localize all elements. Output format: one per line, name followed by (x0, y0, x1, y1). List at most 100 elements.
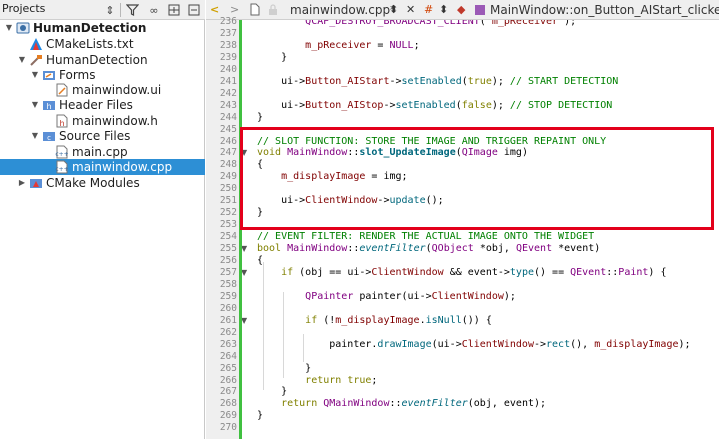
link-icon[interactable]: ∞ (146, 2, 162, 18)
code-line[interactable]: QCAP_DESTROY_BROADCAST_CLIENT( m_pReceiv… (257, 20, 576, 28)
code-token: eventFilter (359, 243, 426, 255)
tree-item[interactable]: c++ mainwindow.cpp (0, 159, 205, 175)
code-token: (obj, event); (467, 398, 547, 410)
filter-icon[interactable] (124, 2, 140, 18)
code-line[interactable]: painter.drawImage(ui->ClientWindow->rect… (257, 338, 690, 351)
collapse-arrow-icon[interactable]: ▼ (4, 20, 14, 36)
chevron-down-icon[interactable]: ⬍ (389, 1, 398, 19)
code-token: ; (413, 39, 420, 51)
line-number: 252 (219, 207, 237, 219)
code-token: () == (534, 266, 571, 278)
line-number: 260 (219, 302, 237, 314)
collapse-arrow-icon[interactable]: ▼ (30, 128, 40, 144)
line-number: 239 (219, 51, 237, 63)
tree-item[interactable]: ▼ c Source Files (0, 128, 205, 144)
tree-item-label: mainwindow.h (72, 114, 158, 128)
code-token: :: (347, 243, 360, 255)
collapse-arrow-icon[interactable]: ▼ (17, 52, 27, 68)
line-number: 244 (219, 111, 237, 123)
code-token: setEnabled (401, 75, 462, 87)
code-token: ); (558, 20, 577, 27)
code-token: && event-> (443, 266, 510, 278)
code-token: ui-> (257, 75, 306, 87)
code-token: m_pReceiver (491, 20, 559, 27)
tree-item[interactable]: ▼ Forms (0, 67, 205, 83)
function-breadcrumb[interactable]: MainWindow::on_Button_AIStart_clicke (490, 1, 719, 19)
line-number: 266 (219, 374, 237, 386)
line-number: 246 (219, 135, 237, 147)
updown-arrows-icon[interactable]: ⇕ (102, 2, 118, 18)
code-line[interactable]: return true; (257, 375, 377, 387)
projects-title: Projects (2, 2, 46, 15)
code-line[interactable]: // EVENT FILTER: RENDER THE ACTUAL IMAGE… (257, 231, 594, 243)
code-line[interactable]: } (257, 386, 287, 398)
line-number: 254 (219, 231, 237, 243)
code-line[interactable]: if (!m_displayImage.isNull()) { (257, 315, 492, 327)
line-number: 261 (219, 314, 237, 326)
code-token: painter(ui-> (353, 290, 432, 302)
ui-file-icon (55, 83, 69, 97)
code-line[interactable]: bool MainWindow::eventFilter(QObject *ob… (257, 243, 600, 255)
tree-item[interactable]: ▼ HumanDetection (0, 52, 205, 68)
close-file-icon[interactable]: ✕ (406, 1, 415, 19)
code-token: (! (317, 314, 336, 326)
tree-item[interactable]: ▼ HumanDetection (0, 20, 205, 36)
code-token: (), (570, 338, 595, 350)
code-line[interactable]: ui->Button_AIStart->setEnabled(true); //… (257, 76, 618, 88)
code-line[interactable]: } (257, 363, 311, 375)
split-icon[interactable] (166, 2, 182, 18)
tree-item-label: HumanDetection (46, 53, 148, 67)
file-name-tab[interactable]: mainwindow.cpp* (290, 1, 396, 19)
line-number: 238 (219, 39, 237, 51)
expand-arrow-icon[interactable]: ▶ (17, 175, 27, 191)
code-line[interactable]: return QMainWindow::eventFilter(obj, eve… (257, 398, 546, 410)
code-token: // EVENT FILTER: RENDER THE ACTUAL IMAGE… (257, 231, 595, 243)
hash-icon[interactable]: # (424, 1, 433, 19)
code-token: :: (606, 266, 619, 278)
line-number: 236 (219, 16, 237, 27)
code-token: ClientWindow (371, 266, 444, 278)
up-down-icon[interactable]: ⬍ (439, 1, 448, 19)
code-token: m_pReceiver (305, 39, 372, 51)
line-number: 243 (219, 99, 237, 111)
collapse-arrow-icon[interactable]: ▼ (30, 67, 40, 83)
cmake-modules-icon (29, 176, 43, 190)
svg-text:c++: c++ (55, 166, 68, 173)
code-line[interactable]: m_pReceiver = NULL; (257, 39, 420, 52)
code-token: rect (546, 338, 571, 350)
code-line[interactable]: } (257, 52, 287, 64)
code-line[interactable]: if (obj == ui->ClientWindow && event->ty… (257, 267, 666, 279)
tree-item[interactable]: mainwindow.ui (0, 82, 205, 98)
code-token: ); (491, 99, 510, 111)
tree-item[interactable]: h mainwindow.h (0, 113, 205, 129)
code-token: m_displayImage (594, 338, 679, 350)
tree-item[interactable]: c++ main.cpp (0, 144, 205, 160)
line-number: 268 (219, 398, 237, 410)
tree-item[interactable]: ▼ h Header Files (0, 97, 205, 113)
toolbar-divider (120, 3, 121, 17)
line-number: 237 (219, 27, 237, 39)
tree-item[interactable]: CMakeLists.txt (0, 36, 205, 52)
tree-item-label: CMake Modules (46, 176, 140, 190)
line-number: 240 (219, 63, 237, 75)
collapse-arrow-icon[interactable]: ▼ (30, 97, 40, 113)
tree-item[interactable]: ▶ CMake Modules (0, 175, 205, 191)
code-token: -> (533, 338, 547, 350)
line-number: 247 (219, 147, 237, 159)
code-token: QCAP_DESTROY_BROADCAST_CLIENT (305, 20, 480, 27)
svg-text:c: c (47, 134, 51, 142)
tree-item-label: CMakeLists.txt (46, 37, 134, 51)
line-number: 269 (219, 410, 237, 422)
code-token: setEnabled (395, 99, 456, 111)
code-token: false (461, 99, 492, 111)
code-line[interactable]: } (257, 410, 263, 422)
close-split-icon[interactable] (186, 2, 202, 18)
code-token: } (257, 51, 288, 63)
code-line[interactable]: } (257, 112, 263, 124)
code-line[interactable]: QPainter painter(ui->ClientWindow); (257, 291, 516, 303)
code-line[interactable]: ui->Button_AIStop->setEnabled(false); //… (257, 100, 612, 112)
svg-text:h: h (59, 119, 64, 128)
code-token: ); (491, 75, 510, 87)
